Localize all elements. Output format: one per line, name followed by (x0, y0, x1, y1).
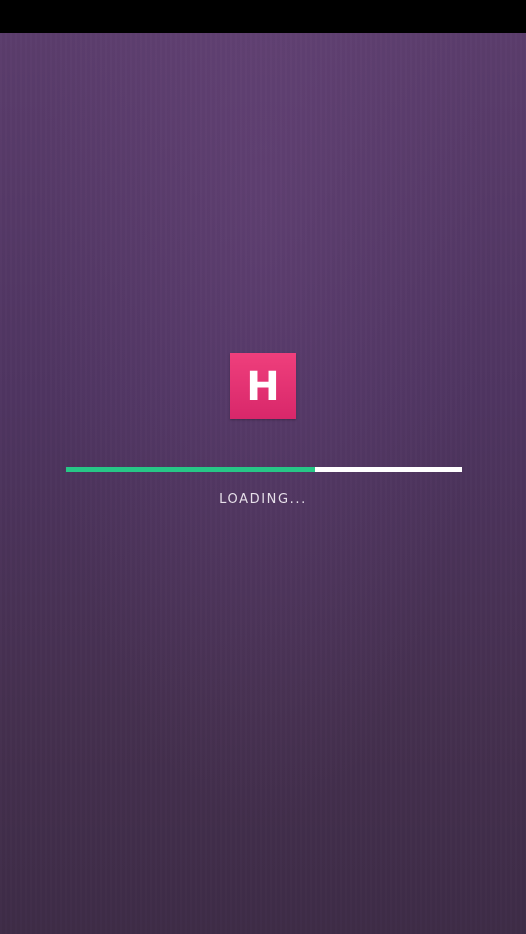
loading-progress-bar (66, 467, 462, 472)
app-logo: H (230, 353, 296, 419)
loading-status-text: LOADING... (219, 492, 307, 507)
app-screen: H LOADING... (0, 0, 526, 934)
status-bar (0, 0, 526, 33)
splash-screen: H LOADING... (0, 33, 526, 934)
app-logo-letter: H (246, 363, 280, 410)
loading-progress-fill (66, 467, 316, 472)
